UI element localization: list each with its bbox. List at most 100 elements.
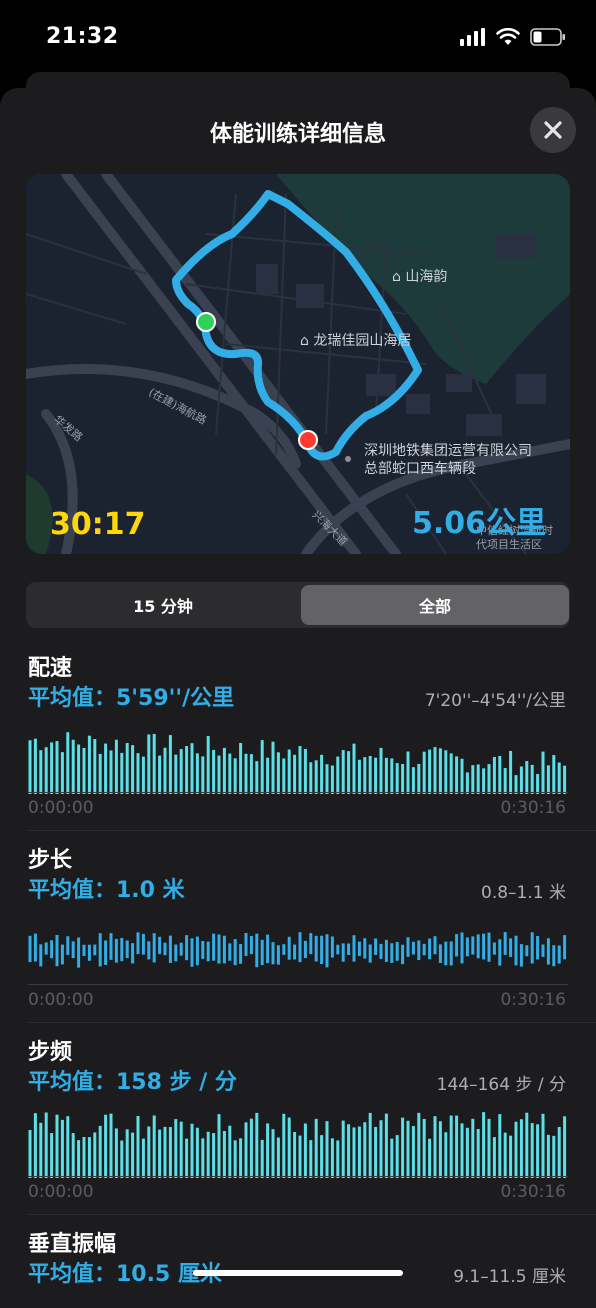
chart-bar — [476, 1129, 480, 1178]
chart-bar — [141, 756, 145, 794]
chart-bar — [60, 944, 64, 965]
chart-bar — [71, 941, 75, 959]
chart-bar — [330, 1138, 334, 1178]
chart-bar — [87, 735, 91, 794]
chart-bar — [476, 764, 480, 794]
chart-bar — [233, 1140, 237, 1178]
chart-bar — [368, 944, 372, 963]
chart-bar — [363, 938, 367, 959]
segment-all[interactable]: 全部 — [301, 585, 569, 625]
chart-bar — [244, 932, 248, 956]
chart-end-time: 0:30:16 — [500, 1182, 566, 1202]
chart-bar — [406, 937, 410, 957]
chart-bar — [82, 1137, 86, 1178]
route-map[interactable]: ⌂ 山海韵 ⌂ 龙瑞佳园山海居 深圳地铁集团运营有限公司 总部蛇口西车辆段 (在… — [26, 174, 570, 554]
chart-start-time: 0:00:00 — [28, 1182, 94, 1202]
chart-bar — [492, 942, 496, 955]
chart-bar — [314, 760, 318, 794]
chart-bar — [422, 943, 426, 956]
chart-bar — [147, 1126, 151, 1178]
chart-bar — [114, 1128, 118, 1178]
chart-bar — [217, 1114, 221, 1178]
chart-bar — [212, 749, 216, 794]
chart-bar — [152, 733, 156, 794]
chart-bar — [276, 752, 280, 794]
chart-bar — [66, 1116, 70, 1178]
chart-bar — [114, 739, 118, 794]
chart-bar — [190, 743, 194, 794]
metric-average: 平均值：1.0 米 — [28, 878, 185, 903]
segment-15-minutes[interactable]: 15 分钟 — [29, 585, 297, 625]
chart-end-time: 0:30:16 — [500, 990, 566, 1010]
chart-bar — [374, 938, 378, 955]
chart-bar — [125, 1129, 129, 1178]
metric-average: 平均值：5'59''/公里 — [28, 686, 235, 711]
status-bar: 21:32 — [0, 0, 596, 80]
chart-bar — [487, 932, 491, 962]
chart-bar — [212, 1133, 216, 1178]
chart-bar — [147, 734, 151, 794]
chart-bar — [411, 767, 415, 794]
route-end-marker — [298, 430, 318, 450]
chart-bar — [536, 936, 540, 960]
close-button[interactable] — [530, 107, 576, 153]
wifi-icon — [496, 28, 520, 45]
chart-bar — [460, 758, 464, 794]
chart-bar — [93, 739, 97, 794]
map-poi-label: 总部蛇口西车辆段 — [364, 461, 476, 477]
chart-bar — [255, 933, 259, 968]
chart-bar — [519, 944, 523, 967]
chart-bar — [152, 1115, 156, 1178]
chart-bar — [147, 941, 151, 960]
chart-bar — [136, 753, 140, 794]
chart-bar — [141, 1138, 145, 1178]
chart-bar — [266, 757, 270, 794]
chart-bar — [536, 774, 540, 794]
chart-bar — [212, 933, 216, 961]
chart-bar — [185, 746, 189, 794]
chart-bar — [98, 933, 102, 967]
chart-bar — [519, 766, 523, 794]
home-indicator[interactable] — [193, 1270, 403, 1276]
battery-icon — [530, 28, 565, 46]
chart-bar — [471, 1118, 475, 1178]
chart-bar — [217, 755, 221, 794]
chart-bar — [109, 750, 113, 794]
chart-bar — [179, 749, 183, 794]
chart-bar — [406, 1120, 410, 1178]
chart-bar — [433, 936, 437, 955]
chart-bar — [33, 1113, 37, 1178]
chart-bar — [482, 768, 486, 794]
chart-bar — [384, 1113, 388, 1178]
chart-bar — [460, 1123, 464, 1178]
stride-length-chart — [28, 932, 567, 968]
chart-bar — [249, 936, 253, 955]
chart-bar — [320, 935, 324, 965]
chart-bar — [509, 750, 513, 794]
chart-bar — [77, 937, 81, 968]
chart-bar — [249, 1118, 253, 1178]
chart-bar — [347, 1124, 351, 1178]
chart-bar — [395, 1135, 399, 1178]
chart-baseline — [28, 1176, 568, 1177]
section-divider — [28, 1214, 596, 1215]
chart-bar — [541, 1113, 545, 1178]
chart-bar — [438, 944, 442, 963]
chart-bar — [438, 748, 442, 794]
chart-bar — [120, 937, 124, 962]
chart-bar — [271, 1129, 275, 1178]
chart-bar — [336, 944, 340, 955]
chart-bar — [298, 932, 302, 963]
chart-bar — [260, 740, 264, 794]
chart-bar — [239, 1138, 243, 1178]
chart-bar — [492, 756, 496, 794]
chart-bar — [336, 1140, 340, 1178]
chart-bar — [368, 1112, 372, 1178]
chart-bar — [519, 1119, 523, 1178]
chart-bar — [287, 749, 291, 794]
metric-title: 步频 — [28, 1040, 73, 1065]
workout-distance: 5.06公里 — [411, 506, 546, 541]
chart-bar — [536, 1124, 540, 1178]
chart-bar — [303, 940, 307, 959]
chart-bar — [168, 735, 172, 794]
